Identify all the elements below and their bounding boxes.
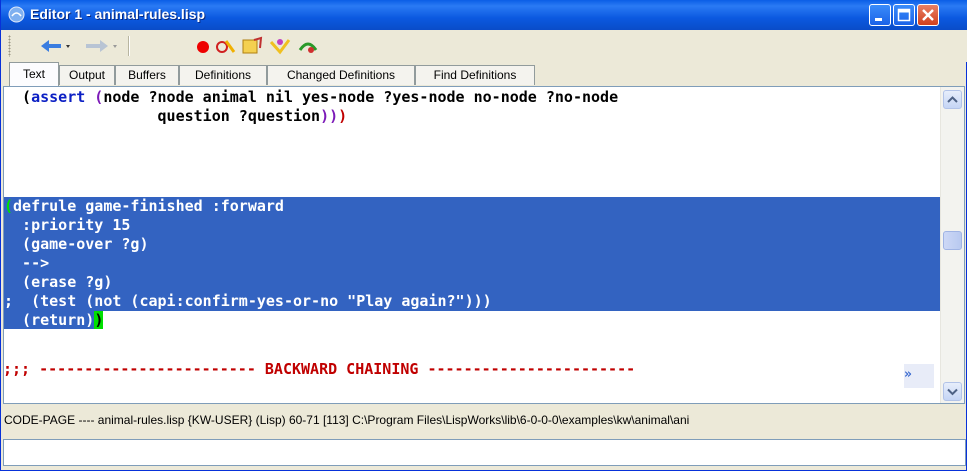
overflow-mark: » — [904, 367, 912, 382]
code-line-selected: :priority 15 — [4, 216, 940, 235]
tab-text[interactable]: Text — [9, 62, 59, 86]
code-line-selected: (erase ?g) — [4, 273, 940, 292]
toolbar-separator — [128, 36, 130, 56]
title-bar[interactable]: Editor 1 - animal-rules.lisp — [1, 0, 967, 30]
code-text-area[interactable]: (assert (node ?node animal nil yes-node … — [4, 87, 940, 403]
code-line-selected: (return)) — [4, 311, 940, 330]
code-token: ( — [85, 88, 104, 106]
window-title: Editor 1 - animal-rules.lisp — [30, 6, 206, 22]
code-comment-line: ;;; ------------------------ BACKWARD CH… — [3, 360, 636, 378]
truncation-marker: » — [904, 364, 934, 388]
chevron-up-icon — [947, 96, 958, 103]
code-token: ( — [4, 88, 32, 106]
code-line-selected: ; (test (not (capi:confirm-yes-or-no "Pl… — [4, 292, 940, 311]
red-dot-icon — [197, 41, 209, 53]
code-token: assert — [31, 88, 86, 106]
tab-buffers[interactable]: Buffers — [115, 65, 179, 85]
break-button[interactable] — [191, 34, 215, 58]
toolbar — [1, 30, 967, 62]
scroll-thumb[interactable] — [943, 231, 962, 250]
minimize-icon — [875, 18, 882, 21]
trace-button[interactable] — [267, 34, 293, 58]
compile-button[interactable] — [213, 34, 239, 58]
toolbar-grip[interactable] — [8, 35, 11, 57]
back-button[interactable] — [38, 34, 72, 58]
maximize-icon — [897, 8, 911, 22]
editor-window: Editor 1 - animal-rules.lisp Text Output… — [0, 0, 967, 471]
compile-icon — [216, 40, 236, 53]
tab-changed-definitions[interactable]: Changed Definitions — [267, 65, 415, 85]
open-button[interactable] — [239, 34, 265, 58]
code-editor[interactable]: (assert (node ?node animal nil yes-node … — [3, 86, 965, 404]
status-bar: CODE-PAGE ---- animal-rules.lisp {KW-USE… — [4, 413, 690, 427]
lispworks-app-icon — [8, 6, 25, 23]
code-line-selected: (defrule game-finished :forward — [4, 197, 940, 216]
forward-arrow-icon — [86, 40, 117, 52]
matching-paren: ( — [4, 197, 14, 215]
chevron-down-icon — [947, 388, 958, 396]
scroll-up-button[interactable] — [943, 90, 962, 109]
code-token: (return) — [4, 311, 95, 329]
matching-paren-cursor: ) — [94, 311, 104, 329]
close-button[interactable] — [917, 4, 939, 26]
tab-definitions[interactable]: Definitions — [179, 65, 267, 85]
code-token: node — [103, 88, 140, 106]
code-line: (assert (node ?node animal nil yes-node … — [4, 88, 940, 107]
code-line-selected: (game-over ?g) — [4, 235, 940, 254]
code-token: defrule game-finished :forward — [13, 197, 284, 215]
tab-find-definitions[interactable]: Find Definitions — [415, 65, 535, 85]
inspect-button[interactable] — [295, 34, 321, 58]
close-icon — [922, 9, 934, 21]
code-token: question ?question — [4, 107, 321, 125]
back-arrow-icon — [41, 40, 70, 52]
echo-area-input[interactable] — [3, 439, 966, 466]
tab-strip: Text Output Buffers Definitions Changed … — [1, 62, 967, 86]
minimize-button[interactable] — [869, 4, 891, 26]
trace-icon — [269, 39, 291, 55]
maximize-button[interactable] — [893, 4, 915, 26]
code-token: ?node animal nil yes-node ?yes-node no-n… — [139, 88, 619, 106]
open-icon — [242, 36, 263, 54]
code-line-selected: --> — [4, 254, 940, 273]
code-token: ) — [338, 107, 348, 125]
forward-button[interactable] — [81, 34, 121, 58]
vertical-scrollbar[interactable] — [940, 87, 964, 403]
inspect-icon — [298, 42, 318, 53]
scroll-down-button[interactable] — [943, 382, 962, 401]
code-line: question ?question))) — [4, 107, 940, 126]
code-token: )) — [320, 107, 339, 125]
tab-output[interactable]: Output — [59, 65, 115, 85]
